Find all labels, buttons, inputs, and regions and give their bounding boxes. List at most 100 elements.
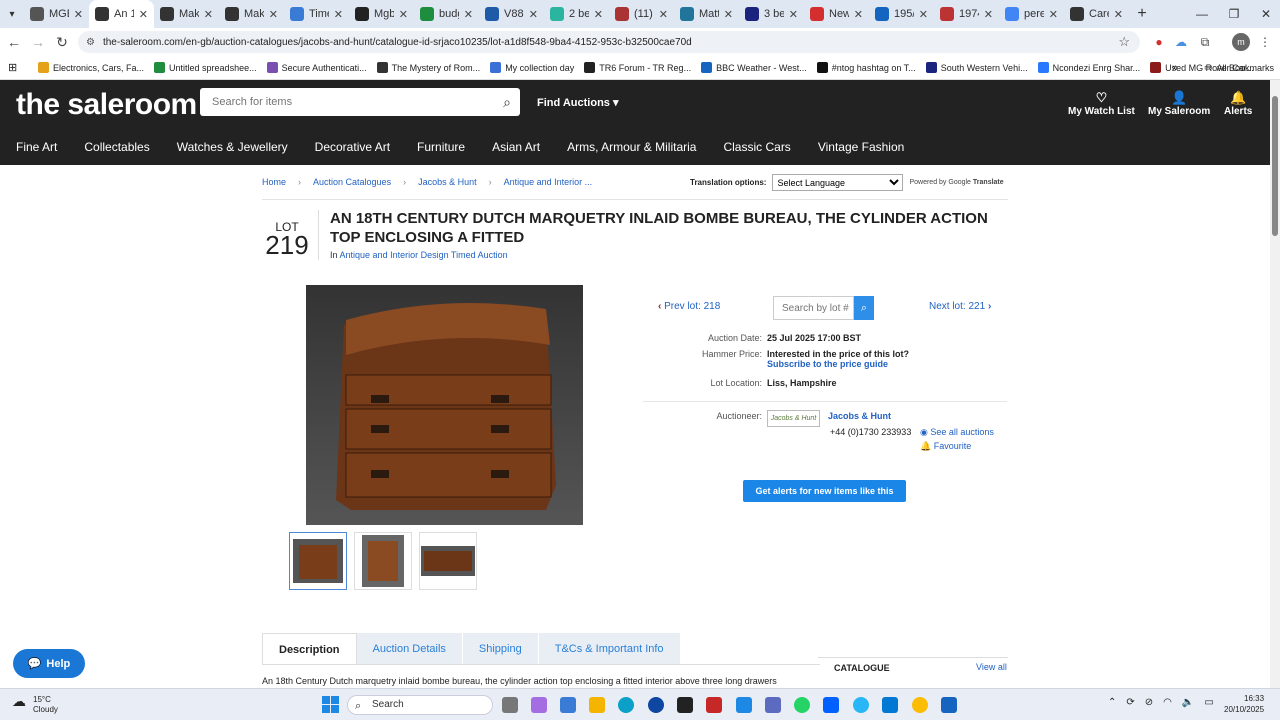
browser-tab[interactable]: An 18 ✕ [89, 0, 154, 28]
chrome-icon[interactable] [912, 697, 928, 713]
photos-icon[interactable] [736, 697, 752, 713]
wifi-icon[interactable]: ◠ [1163, 697, 1172, 708]
file-explorer-icon[interactable] [589, 697, 605, 713]
category-nav-item[interactable]: Furniture [417, 136, 465, 158]
search-input[interactable] [200, 88, 480, 116]
browser-tab[interactable]: New ✕ [804, 0, 869, 28]
new-tab-icon[interactable]: + [1129, 5, 1155, 23]
forward-icon[interactable]: → [26, 28, 50, 56]
browser-tab[interactable]: Matt ✕ [674, 0, 739, 28]
chevron-up-icon[interactable]: ⌃ [1108, 697, 1116, 708]
whatsapp-icon[interactable] [794, 697, 810, 713]
category-nav-item[interactable]: Watches & Jewellery [177, 136, 288, 158]
site-logo[interactable]: the saleroom [16, 88, 197, 122]
breadcrumb-home[interactable]: Home [262, 177, 286, 187]
bookmark-item[interactable]: BBC Weather - West... [701, 62, 807, 73]
tab-close-icon[interactable]: ✕ [1049, 8, 1058, 21]
battery-icon[interactable]: ▭ [1204, 697, 1213, 708]
tab-close-icon[interactable]: ✕ [659, 8, 668, 21]
watch-list-button[interactable]: ♡ My Watch List [1068, 90, 1135, 117]
breadcrumb-auction[interactable]: Antique and Interior ... [504, 177, 593, 187]
taskbar-search[interactable]: ⌕ Search [347, 695, 493, 715]
apps-grid-icon[interactable]: ⊞ [8, 61, 22, 74]
tab-close-icon[interactable]: ✕ [594, 8, 603, 21]
bookmark-item[interactable]: My collection day [490, 62, 574, 73]
browser-tab[interactable]: MGE ✕ [24, 0, 89, 28]
browser-tab[interactable]: 2 bed ✕ [544, 0, 609, 28]
browser-tab[interactable]: Make ✕ [219, 0, 284, 28]
amazon-icon[interactable] [677, 697, 693, 713]
scrollbar[interactable] [1270, 80, 1280, 688]
browser-tab[interactable]: V888 ✕ [479, 0, 544, 28]
tab-search-icon[interactable]: ▾ [0, 0, 24, 28]
breadcrumb-auctioneer[interactable]: Jacobs & Hunt [418, 177, 477, 187]
close-window-icon[interactable]: ✕ [1250, 0, 1280, 28]
bookmark-item[interactable]: Ncondezi Enrg Shar... [1037, 62, 1140, 73]
category-nav-item[interactable]: Arms, Armour & Militaria [567, 136, 696, 158]
auctioneer-name-link[interactable]: Jacobs & Hunt [828, 411, 891, 421]
tab-close-icon[interactable]: ✕ [919, 8, 928, 21]
extension-icon[interactable]: ● [1150, 33, 1168, 51]
browser-tab[interactable]: (11) ✕ [609, 0, 674, 28]
more-bookmarks-icon[interactable]: » [1172, 62, 1178, 74]
browser-tab[interactable]: Care ✕ [1064, 0, 1129, 28]
favourite-link[interactable]: 🔔 Favourite [920, 441, 971, 452]
hp-icon[interactable] [648, 697, 664, 713]
tab-close-icon[interactable]: ✕ [529, 8, 538, 21]
tab-close-icon[interactable]: ✕ [204, 8, 213, 21]
outlook-icon[interactable] [882, 697, 898, 713]
extensions-puzzle-icon[interactable]: ⧉ [1196, 33, 1214, 51]
bookmark-star-icon[interactable]: ☆ [1118, 34, 1130, 50]
edge-icon[interactable] [618, 697, 634, 713]
thumbnail-3[interactable] [419, 532, 477, 590]
tab-close-icon[interactable]: ✕ [269, 8, 278, 21]
url-text[interactable]: the-saleroom.com/en-gb/auction-catalogue… [103, 37, 692, 48]
copilot-icon[interactable] [531, 697, 547, 713]
browser-tab[interactable]: Mgb ✕ [349, 0, 414, 28]
browser-tab[interactable]: Make ✕ [154, 0, 219, 28]
category-nav-item[interactable]: Classic Cars [723, 136, 790, 158]
tab-description[interactable]: Description [262, 633, 357, 665]
price-guide-link[interactable]: Subscribe to the price guide [767, 359, 909, 369]
cloud-extension-icon[interactable]: ☁ [1172, 33, 1190, 51]
see-all-auctions-link[interactable]: ◉ See all auctions [920, 427, 994, 438]
minimize-icon[interactable]: — [1186, 0, 1218, 28]
scrollbar-thumb[interactable] [1272, 96, 1278, 236]
auctioneer-logo[interactable]: Jacobs & Hunt [767, 410, 820, 427]
my-saleroom-button[interactable]: 👤 My Saleroom [1148, 90, 1210, 117]
task-view-icon[interactable] [502, 697, 518, 713]
address-bar[interactable]: ⚙ the-saleroom.com/en-gb/auction-catalog… [78, 31, 1140, 53]
windows-start-icon[interactable] [322, 696, 339, 713]
tab-close-icon[interactable]: ✕ [399, 8, 408, 21]
category-nav-item[interactable]: Decorative Art [315, 136, 390, 158]
browser-tab[interactable]: budg ✕ [414, 0, 479, 28]
bookmark-item[interactable]: TR6 Forum - TR Reg... [584, 62, 691, 73]
search-icon[interactable]: ⌕ [503, 94, 511, 111]
next-lot-link[interactable]: Next lot: 221 › [929, 301, 991, 312]
store-icon[interactable] [560, 697, 576, 713]
browser-tab[interactable]: pere ✕ [999, 0, 1064, 28]
bookmark-item[interactable]: Electronics, Cars, Fa... [38, 62, 144, 73]
notification-off-icon[interactable]: ⊘ [1145, 697, 1153, 708]
lot-main-image[interactable] [306, 285, 583, 525]
bookmark-item[interactable]: Secure Authenticati... [266, 62, 367, 73]
browser-tab[interactable]: Time ✕ [284, 0, 349, 28]
tab-terms[interactable]: T&Cs & Important Info [538, 633, 681, 665]
alerts-button[interactable]: 🔔 Alerts [1224, 90, 1252, 117]
tab-close-icon[interactable]: ✕ [334, 8, 343, 21]
bookmark-item[interactable]: Untitled spreadshee... [154, 62, 257, 73]
dropbox-icon[interactable] [823, 697, 839, 713]
tab-close-icon[interactable]: ✕ [789, 8, 798, 21]
breadcrumb-auction-catalogues[interactable]: Auction Catalogues [313, 177, 391, 187]
browser-tab[interactable]: 1974 ✕ [934, 0, 999, 28]
profile-avatar[interactable]: m [1232, 33, 1250, 51]
sync-icon[interactable]: ⟳ [1126, 697, 1134, 708]
app-icon[interactable] [853, 697, 869, 713]
taskbar-clock[interactable]: 16:33 20/10/2025 [1224, 693, 1264, 715]
reload-icon[interactable]: ↻ [50, 28, 74, 56]
all-bookmarks-button[interactable]: ▭ All Bookmarks [1204, 62, 1274, 73]
tab-close-icon[interactable]: ✕ [1114, 8, 1123, 21]
tab-close-icon[interactable]: ✕ [854, 8, 863, 21]
restore-icon[interactable]: ❐ [1218, 0, 1250, 28]
thumbnail-2[interactable] [354, 532, 412, 590]
